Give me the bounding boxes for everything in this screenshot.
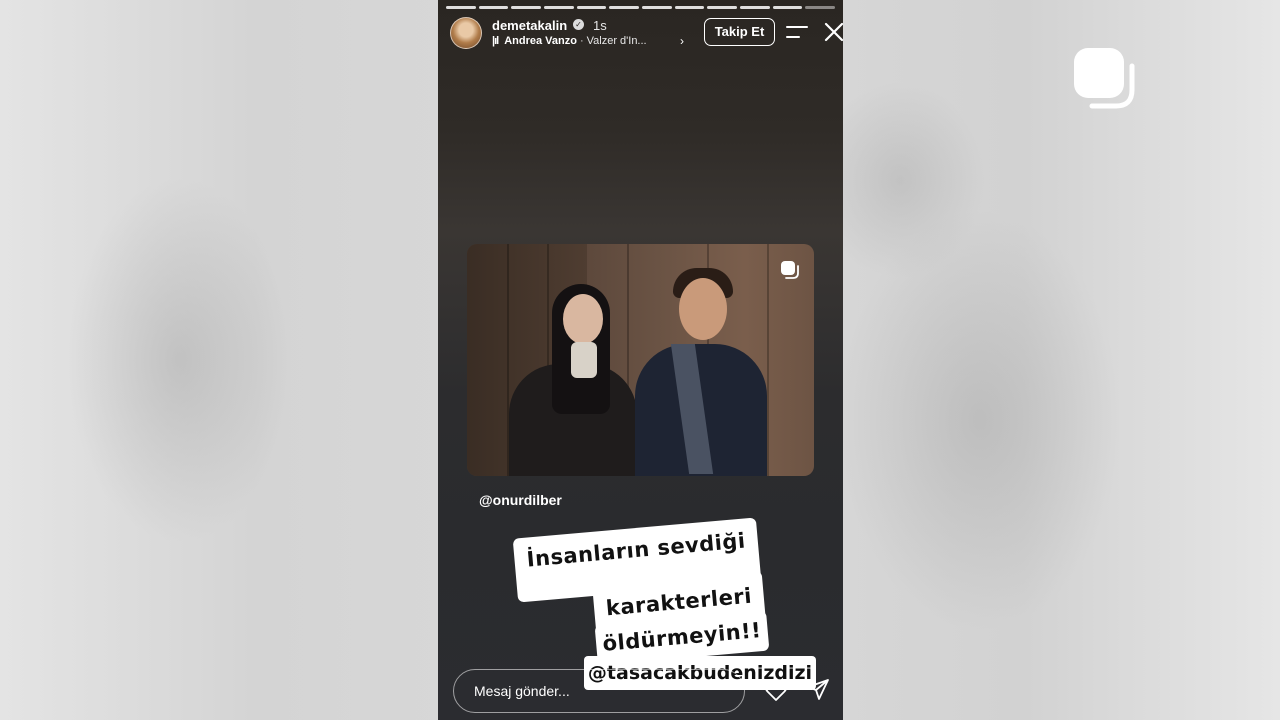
mention-text[interactable]: @onurdilber: [479, 492, 562, 508]
music-song: Valzer d'In...: [586, 35, 647, 47]
progress-segment: [707, 6, 738, 9]
verified-badge-icon: ✓: [573, 19, 584, 30]
progress-segment: [609, 6, 640, 9]
photo-plank: [767, 244, 769, 476]
music-info[interactable]: |ıl Andrea Vanzo · Valzer d'In...: [492, 35, 647, 47]
menu-icon[interactable]: [786, 24, 808, 40]
music-separator: ·: [579, 35, 584, 47]
photo-person-left-face: [563, 294, 603, 344]
music-bars-icon: |ıl: [492, 35, 499, 47]
progress-segment: [642, 6, 672, 9]
sticker-text: öldürmeyin!!: [601, 618, 763, 656]
progress-segment: [511, 6, 542, 9]
progress-segment: [576, 6, 607, 9]
username[interactable]: demetakalin: [492, 18, 567, 33]
story-progress-bar: [446, 6, 836, 9]
shared-post-photo[interactable]: [467, 244, 814, 476]
avatar[interactable]: [450, 17, 482, 49]
story-viewer[interactable]: demetakalin ✓ 1s |ıl Andrea Vanzo · Valzer …: [438, 0, 843, 720]
progress-segment: [740, 6, 770, 9]
message-input[interactable]: Mesaj gönder...: [453, 669, 745, 713]
progress-segment: [446, 6, 476, 9]
progress-segment: [805, 6, 836, 9]
photo-person-left-collar: [571, 342, 597, 378]
heart-icon[interactable]: [764, 680, 788, 702]
progress-segment: [478, 6, 509, 9]
progress-segment: [674, 6, 705, 9]
copy-icon: [781, 261, 799, 279]
chevron-right-icon[interactable]: ›: [680, 34, 684, 48]
progress-segment: [772, 6, 803, 9]
follow-button[interactable]: Takip Et: [704, 18, 775, 46]
story-header: demetakalin ✓ 1s |ıl Andrea Vanzo · Valzer …: [450, 16, 843, 56]
send-icon[interactable]: [806, 678, 830, 702]
close-icon[interactable]: [824, 22, 843, 42]
sticker-text: İnsanların sevdiği: [525, 528, 747, 572]
copy-icon: [1074, 48, 1135, 109]
story-time: 1s: [593, 18, 607, 33]
music-artist: Andrea Vanzo: [504, 35, 577, 47]
progress-segment: [544, 6, 574, 9]
photo-person-right-face: [679, 278, 727, 340]
